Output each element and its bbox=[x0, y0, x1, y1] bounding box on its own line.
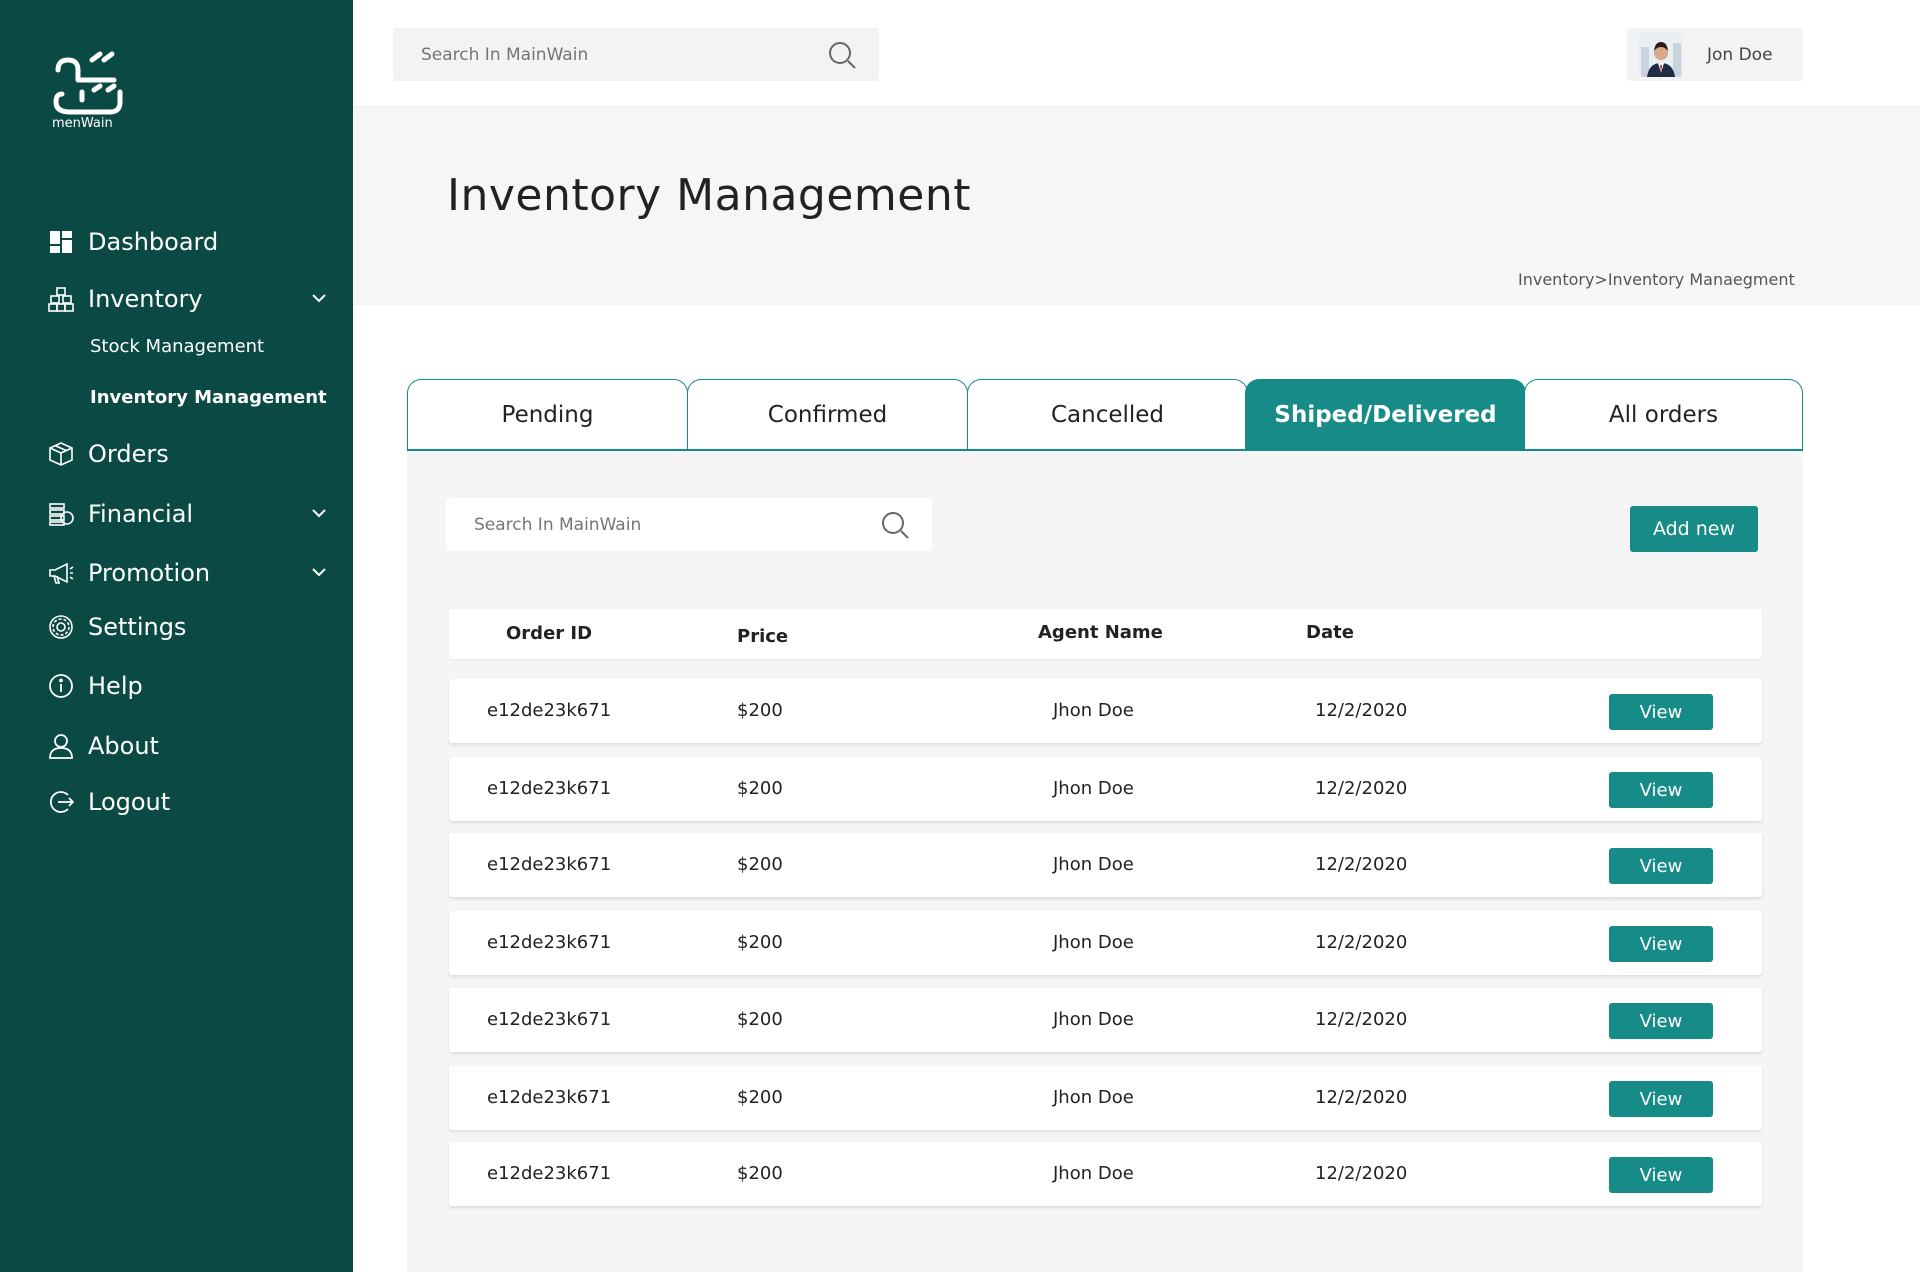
cell-order-id: e12de23k671 bbox=[487, 1163, 612, 1184]
avatar bbox=[1639, 32, 1683, 77]
cell-order-id: e12de23k671 bbox=[487, 854, 612, 875]
order-status-tabs: Pending Confirmed Cancelled Shiped/Deliv… bbox=[407, 379, 1803, 450]
sidebar-item-logout[interactable]: Logout bbox=[48, 785, 170, 819]
top-search-bar[interactable] bbox=[393, 28, 879, 81]
view-button[interactable]: View bbox=[1609, 848, 1713, 884]
user-menu[interactable]: Jon Doe bbox=[1627, 28, 1803, 81]
cell-date: 12/2/2020 bbox=[1315, 700, 1408, 721]
cell-price: $200 bbox=[737, 700, 783, 721]
table-row: e12de23k671 $200 Jhon Doe 12/2/2020 View bbox=[449, 911, 1762, 975]
sidebar-subitem-inventory-management[interactable]: Inventory Management bbox=[90, 387, 327, 408]
sidebar-item-promotion[interactable]: Promotion bbox=[48, 556, 326, 590]
orders-icon bbox=[48, 441, 74, 467]
view-button[interactable]: View bbox=[1609, 1157, 1713, 1193]
dashboard-icon bbox=[48, 229, 74, 255]
search-icon[interactable] bbox=[880, 510, 910, 540]
sidebar-item-dashboard[interactable]: Dashboard bbox=[48, 225, 218, 259]
column-header-agent-name: Agent Name bbox=[1038, 622, 1163, 643]
view-button[interactable]: View bbox=[1609, 772, 1713, 808]
sidebar-item-label: Dashboard bbox=[88, 228, 219, 256]
column-header-date: Date bbox=[1306, 622, 1354, 643]
sidebar-item-label: Orders bbox=[88, 440, 169, 468]
table-row: e12de23k671 $200 Jhon Doe 12/2/2020 View bbox=[449, 679, 1762, 743]
tab-all-orders[interactable]: All orders bbox=[1524, 379, 1803, 450]
top-search-input[interactable] bbox=[421, 44, 781, 65]
sidebar-item-label: Logout bbox=[88, 788, 171, 816]
tab-pending[interactable]: Pending bbox=[407, 379, 688, 450]
sidebar: menWain Dashboard Inventory Stock Manage… bbox=[0, 0, 353, 1272]
table-header: Order ID Price Agent Name Date bbox=[449, 609, 1762, 659]
cell-order-id: e12de23k671 bbox=[487, 700, 612, 721]
orders-search-bar[interactable] bbox=[446, 498, 932, 551]
cell-agent-name: Jhon Doe bbox=[1053, 778, 1134, 799]
cell-order-id: e12de23k671 bbox=[487, 1087, 612, 1108]
cell-date: 12/2/2020 bbox=[1315, 932, 1408, 953]
page-title: Inventory Management bbox=[447, 170, 971, 221]
gear-icon bbox=[48, 614, 74, 640]
sidebar-item-inventory[interactable]: Inventory bbox=[48, 282, 326, 316]
cell-price: $200 bbox=[737, 854, 783, 875]
cell-price: $200 bbox=[737, 1087, 783, 1108]
chevron-down-icon[interactable] bbox=[309, 562, 329, 582]
sidebar-item-help[interactable]: Help bbox=[48, 669, 143, 703]
user-name: Jon Doe bbox=[1707, 44, 1773, 65]
sidebar-item-about[interactable]: About bbox=[48, 729, 159, 763]
sidebar-item-financial[interactable]: Financial bbox=[48, 497, 326, 531]
cell-order-id: e12de23k671 bbox=[487, 932, 612, 953]
cell-order-id: e12de23k671 bbox=[487, 778, 612, 799]
cell-order-id: e12de23k671 bbox=[487, 1009, 612, 1030]
cell-date: 12/2/2020 bbox=[1315, 854, 1408, 875]
cell-agent-name: Jhon Doe bbox=[1053, 932, 1134, 953]
cell-date: 12/2/2020 bbox=[1315, 778, 1408, 799]
tab-cancelled[interactable]: Cancelled bbox=[967, 379, 1248, 450]
financial-icon bbox=[48, 501, 74, 527]
cell-agent-name: Jhon Doe bbox=[1053, 1087, 1134, 1108]
sidebar-item-label: Financial bbox=[88, 500, 194, 528]
sidebar-item-label: Help bbox=[88, 672, 143, 700]
table-row: e12de23k671 $200 Jhon Doe 12/2/2020 View bbox=[449, 1142, 1762, 1206]
chevron-down-icon[interactable] bbox=[309, 503, 329, 523]
view-button[interactable]: View bbox=[1609, 1003, 1713, 1039]
cell-price: $200 bbox=[737, 1163, 783, 1184]
cell-date: 12/2/2020 bbox=[1315, 1163, 1408, 1184]
logo-text: menWain bbox=[52, 116, 113, 131]
cell-agent-name: Jhon Doe bbox=[1053, 700, 1134, 721]
user-icon bbox=[48, 733, 74, 759]
inventory-icon bbox=[48, 286, 74, 312]
table-row: e12de23k671 $200 Jhon Doe 12/2/2020 View bbox=[449, 833, 1762, 897]
search-icon[interactable] bbox=[827, 40, 857, 70]
tab-shipped-delivered[interactable]: Shiped/Delivered bbox=[1245, 379, 1526, 450]
sidebar-subitem-stock-management[interactable]: Stock Management bbox=[90, 336, 264, 357]
column-header-order-id: Order ID bbox=[506, 623, 593, 644]
sidebar-item-label: About bbox=[88, 732, 159, 760]
tab-confirmed[interactable]: Confirmed bbox=[687, 379, 968, 450]
cell-price: $200 bbox=[737, 932, 783, 953]
table-row: e12de23k671 $200 Jhon Doe 12/2/2020 View bbox=[449, 757, 1762, 821]
cell-agent-name: Jhon Doe bbox=[1053, 1009, 1134, 1030]
cell-date: 12/2/2020 bbox=[1315, 1087, 1408, 1108]
sidebar-item-label: Settings bbox=[88, 613, 187, 641]
sidebar-item-orders[interactable]: Orders bbox=[48, 437, 169, 471]
cell-price: $200 bbox=[737, 778, 783, 799]
orders-search-input[interactable] bbox=[474, 514, 834, 535]
sidebar-item-label: Inventory bbox=[88, 285, 203, 313]
chevron-down-icon[interactable] bbox=[309, 288, 329, 308]
cell-date: 12/2/2020 bbox=[1315, 1009, 1408, 1030]
sidebar-item-label: Promotion bbox=[88, 559, 211, 587]
view-button[interactable]: View bbox=[1609, 926, 1713, 962]
sidebar-item-settings[interactable]: Settings bbox=[48, 610, 186, 644]
view-button[interactable]: View bbox=[1609, 1081, 1713, 1117]
column-header-price: Price bbox=[737, 626, 789, 647]
cell-price: $200 bbox=[737, 1009, 783, 1030]
table-row: e12de23k671 $200 Jhon Doe 12/2/2020 View bbox=[449, 1066, 1762, 1130]
logout-icon bbox=[48, 789, 74, 815]
add-new-button[interactable]: Add new bbox=[1630, 506, 1758, 552]
megaphone-icon bbox=[48, 560, 74, 586]
info-icon bbox=[48, 673, 74, 699]
breadcrumb[interactable]: Inventory>Inventory Manaegment bbox=[1518, 270, 1795, 289]
cell-agent-name: Jhon Doe bbox=[1053, 1163, 1134, 1184]
cell-agent-name: Jhon Doe bbox=[1053, 854, 1134, 875]
view-button[interactable]: View bbox=[1609, 694, 1713, 730]
table-row: e12de23k671 $200 Jhon Doe 12/2/2020 View bbox=[449, 988, 1762, 1052]
